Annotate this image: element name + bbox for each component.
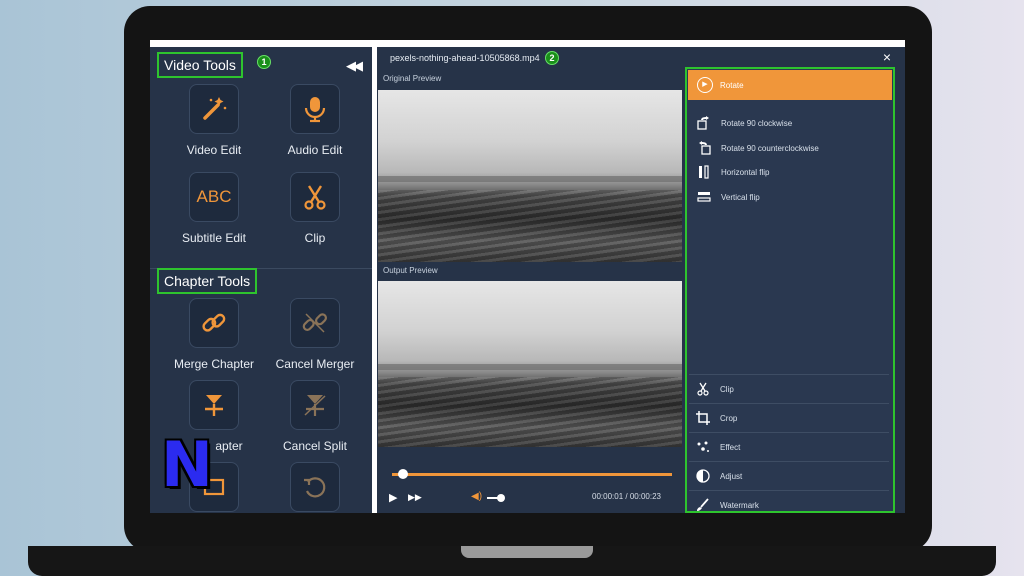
merge-chapter-label: Merge Chapter bbox=[173, 357, 255, 371]
cancel-merger-tool[interactable]: Cancel Merger bbox=[260, 298, 370, 371]
step-1-badge: 1 bbox=[257, 55, 271, 69]
fast-forward-icon[interactable]: ▶▶ bbox=[408, 492, 422, 503]
rotate-tab[interactable]: ▶ Rotate bbox=[688, 70, 892, 100]
time-display: 00:00:01 / 00:00:23 bbox=[592, 492, 661, 501]
clip-tool[interactable]: Clip bbox=[260, 172, 370, 245]
split-icon bbox=[189, 380, 239, 430]
playback-controls: ▶ ▶▶ ◀) 00:00:01 / 00:00:23 bbox=[377, 447, 683, 513]
fx-crop-item[interactable]: Crop bbox=[689, 403, 889, 432]
fx-adjust-label: Adjust bbox=[720, 472, 743, 481]
waves-texture bbox=[378, 377, 682, 447]
clip-label: Clip bbox=[304, 231, 326, 245]
broken-link-icon bbox=[290, 298, 340, 348]
cancel-split-icon bbox=[290, 380, 340, 430]
scissors-icon bbox=[697, 382, 709, 396]
cancel-split-label: Cancel Split bbox=[282, 439, 348, 453]
video-tools-heading: Video Tools bbox=[157, 52, 243, 78]
video-edit-label: Video Edit bbox=[186, 143, 242, 157]
collapse-panel-icon[interactable]: ◀◀ bbox=[346, 58, 363, 74]
rotate-ccw-icon bbox=[699, 141, 711, 155]
fx-effect-label: Effect bbox=[720, 443, 741, 452]
video-editor-window: pexels-nothing-ahead-10505868.mp4 2 × Or… bbox=[377, 47, 905, 513]
abc-icon-text: ABC bbox=[196, 187, 232, 206]
waves-texture bbox=[378, 189, 682, 262]
subtitle-edit-tool[interactable]: ABC Subtitle Edit bbox=[159, 172, 269, 245]
play-icon[interactable]: ▶ bbox=[389, 491, 397, 504]
effects-panel: ▶ Rotate Rotate 90 clockwise Rotate 90 c… bbox=[685, 67, 895, 513]
fx-effect-item[interactable]: Effect bbox=[689, 432, 889, 461]
fx-watermark-item[interactable]: Watermark bbox=[689, 490, 889, 513]
magic-wand-icon bbox=[189, 84, 239, 134]
output-preview bbox=[378, 281, 682, 447]
vertical-flip-icon bbox=[697, 192, 711, 202]
link-icon bbox=[189, 298, 239, 348]
rotate-cw-icon bbox=[697, 116, 709, 130]
horizontal-flip-label: Horizontal flip bbox=[721, 168, 770, 177]
volume-handle[interactable] bbox=[496, 494, 505, 502]
rotate-icon: ▶ bbox=[697, 77, 713, 93]
subtitle-edit-label: Subtitle Edit bbox=[181, 231, 247, 245]
time-separator: / bbox=[625, 492, 628, 501]
horizontal-flip-icon bbox=[699, 165, 709, 179]
abc-text-icon: ABC bbox=[189, 172, 239, 222]
merge-chapter-tool[interactable]: Merge Chapter bbox=[159, 298, 269, 371]
fx-crop-label: Crop bbox=[720, 414, 738, 423]
chapter-tools-heading: Chapter Tools bbox=[157, 268, 258, 294]
output-preview-label: Output Preview bbox=[383, 266, 438, 275]
fx-clip-item[interactable]: Clip bbox=[689, 374, 889, 403]
vertical-flip-label: Vertical flip bbox=[721, 193, 760, 202]
rotate-90-cw-label: Rotate 90 clockwise bbox=[721, 119, 793, 128]
adjust-icon bbox=[696, 469, 710, 483]
fx-clip-label: Clip bbox=[720, 385, 734, 394]
cancel-merger-label: Cancel Merger bbox=[275, 357, 355, 371]
undo-icon bbox=[290, 462, 340, 512]
horizon-band bbox=[378, 176, 682, 182]
rotate-tab-label: Rotate bbox=[720, 81, 744, 90]
fx-adjust-item[interactable]: Adjust bbox=[689, 461, 889, 490]
fx-watermark-label: Watermark bbox=[720, 501, 759, 510]
video-edit-tool[interactable]: Video Edit bbox=[159, 84, 269, 157]
rotate-90-ccw-label: Rotate 90 counterclockwise bbox=[721, 144, 819, 153]
current-time: 00:00:01 bbox=[592, 492, 624, 501]
audio-edit-label: Audio Edit bbox=[287, 143, 343, 157]
close-button[interactable]: × bbox=[883, 49, 891, 65]
cancel-split-tool[interactable]: Cancel Split bbox=[260, 380, 370, 453]
brush-icon bbox=[697, 498, 709, 511]
laptop-notch bbox=[461, 546, 593, 558]
horizon-band bbox=[378, 364, 682, 370]
seek-bar[interactable] bbox=[392, 473, 672, 476]
seek-handle[interactable] bbox=[398, 469, 409, 479]
tools-sidebar: Video Tools 1 ◀◀ Video Edit Audio Edit A… bbox=[150, 47, 372, 513]
total-time: 00:00:23 bbox=[629, 492, 661, 501]
laptop-screen: Video Tools 1 ◀◀ Video Edit Audio Edit A… bbox=[150, 40, 905, 513]
volume-icon[interactable]: ◀) bbox=[471, 491, 482, 502]
sparkle-icon bbox=[697, 441, 709, 452]
original-preview-label: Original Preview bbox=[383, 74, 442, 83]
step-2-badge: 2 bbox=[545, 51, 559, 65]
file-name-title: pexels-nothing-ahead-10505868.mp4 bbox=[390, 53, 540, 63]
undo-tool[interactable] bbox=[260, 462, 370, 512]
brand-logo: N bbox=[161, 428, 213, 501]
microphone-icon bbox=[290, 84, 340, 134]
original-preview bbox=[378, 90, 682, 262]
crop-icon bbox=[696, 411, 710, 425]
audio-edit-tool[interactable]: Audio Edit bbox=[260, 84, 370, 157]
scissors-icon bbox=[290, 172, 340, 222]
